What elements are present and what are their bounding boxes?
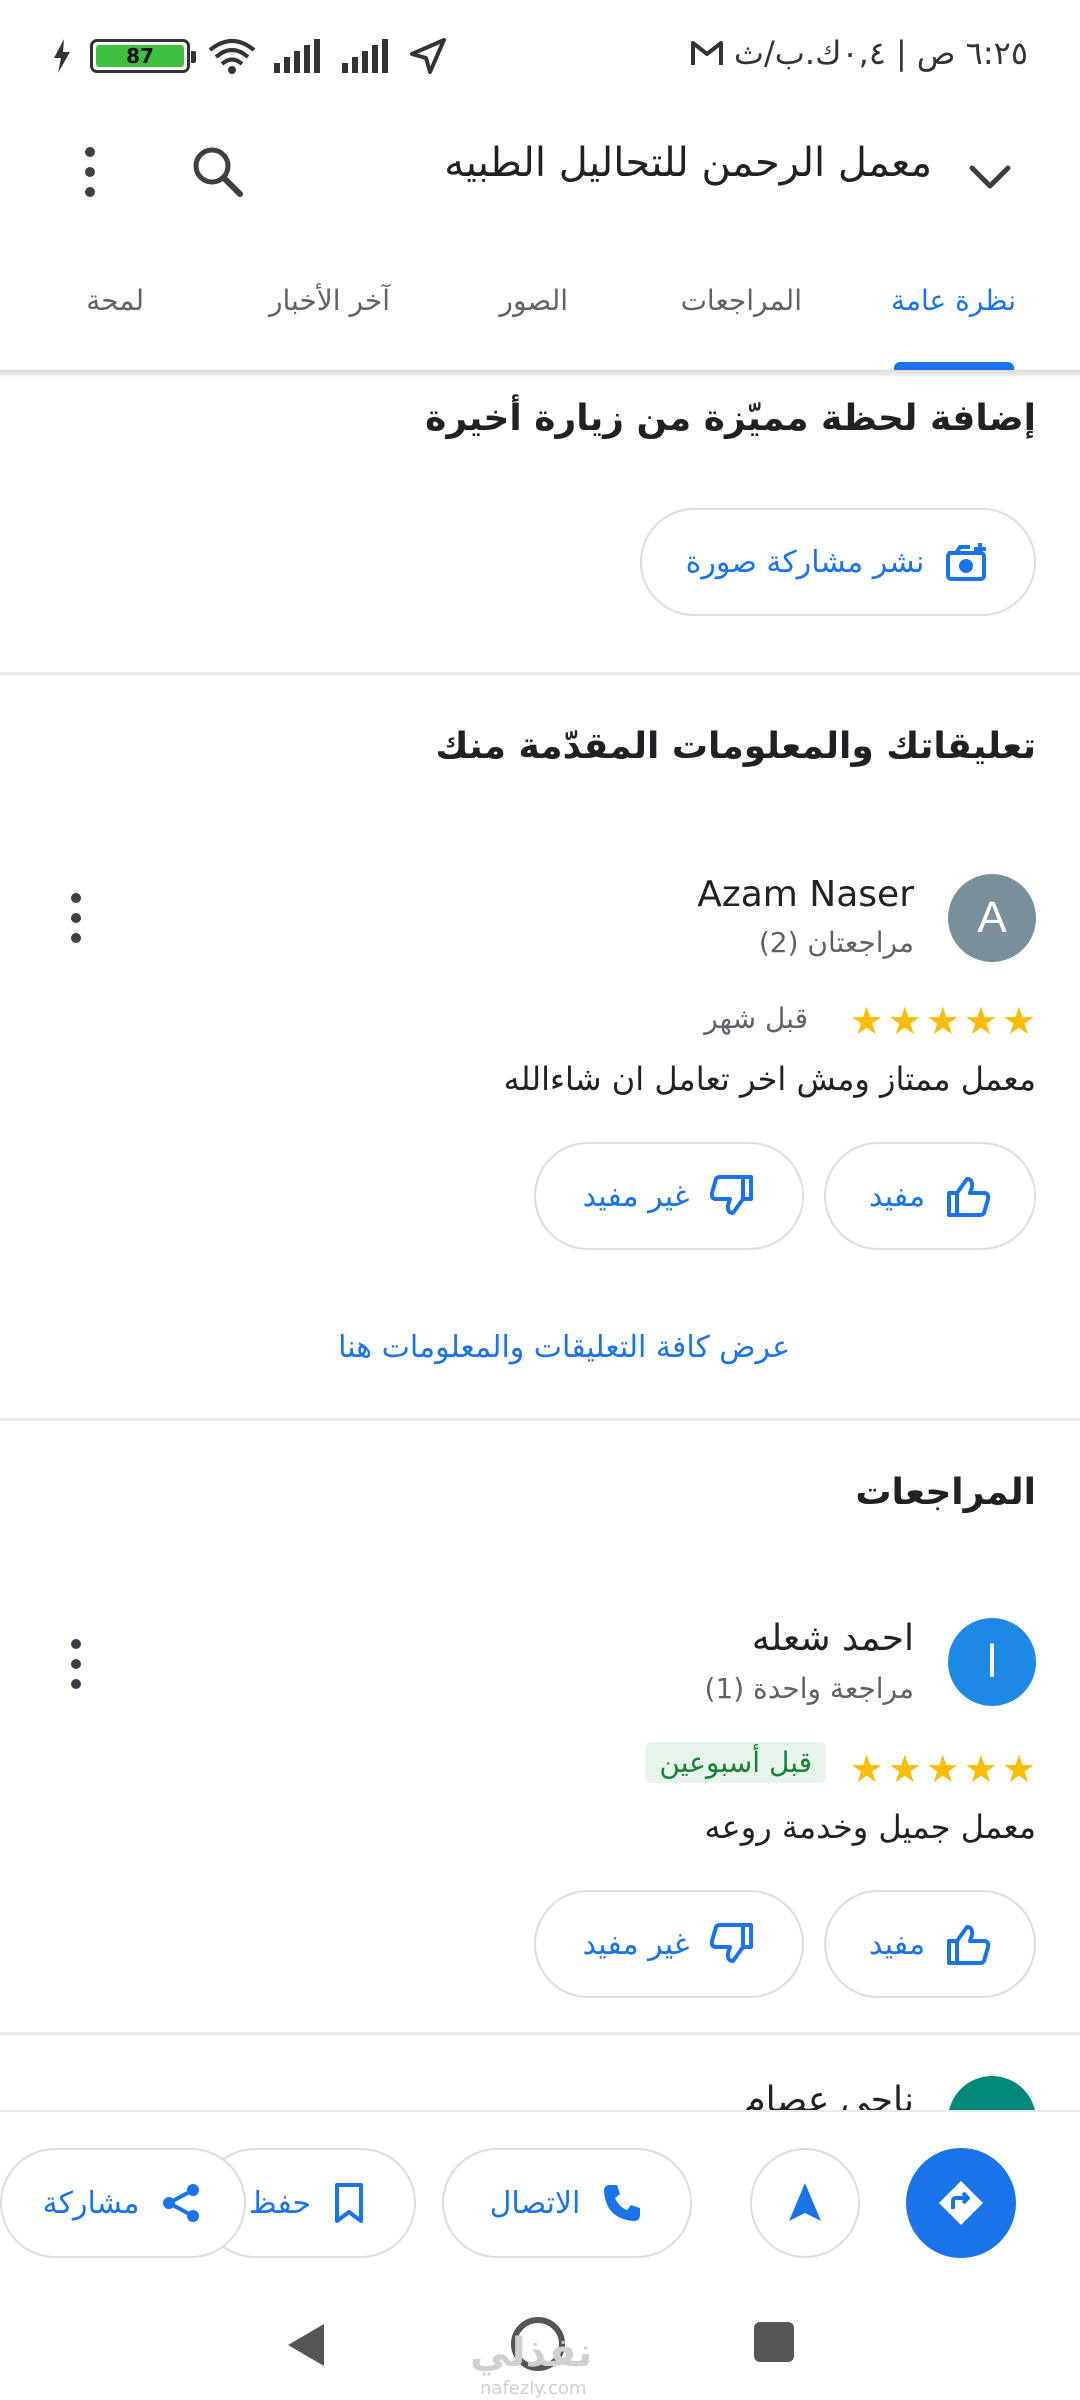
avatar[interactable]: A	[948, 874, 1036, 962]
start-navigation-button[interactable]	[750, 2148, 860, 2258]
review-text: معمل ممتاز ومش اخر تعامل ان شاءالله	[503, 1060, 1036, 1098]
view-all-contributions-link[interactable]: عرض كافة التعليقات والمعلومات هنا	[338, 1330, 790, 1365]
more-vert-icon[interactable]	[70, 142, 110, 202]
separator: |	[896, 34, 907, 72]
thumb-up-icon	[947, 1925, 991, 1965]
star-icon: ★	[849, 999, 884, 1043]
signal-icon-2	[342, 39, 388, 73]
section-divider	[0, 672, 1080, 675]
watermark: نفذلي	[470, 2330, 593, 2376]
star-icon: ★	[1001, 1747, 1036, 1791]
review-more-icon[interactable]	[56, 1634, 96, 1694]
not-helpful-button[interactable]: غير مفيد	[534, 1142, 804, 1250]
directions-icon	[939, 2181, 983, 2225]
battery-level: 87	[96, 44, 184, 68]
navigation-arrow-icon	[789, 2183, 821, 2221]
tab-updates[interactable]: آخر الأخبار	[269, 284, 390, 317]
review-time: قبل شهر	[704, 1002, 808, 1035]
action-bar: الاتصال حفظ مشاركة	[0, 2110, 1080, 2290]
place-header: معمل الرحمن للتحاليل الطبيه	[0, 112, 1080, 224]
tab-bar: نظرة عامة المراجعات الصور آخر الأخبار لم…	[0, 260, 1080, 372]
star-icon: ★	[963, 999, 998, 1043]
tab-about[interactable]: لمحة	[86, 284, 144, 317]
search-icon[interactable]	[186, 140, 250, 204]
reviewer-name[interactable]: احمد شعله	[752, 1618, 914, 1659]
star-icon: ★	[849, 1747, 884, 1791]
call-label: الاتصال	[489, 2185, 581, 2221]
star-rating: ★ ★ ★ ★ ★	[850, 1750, 1036, 1788]
location-arrow-icon	[410, 38, 446, 74]
not-helpful-label: غير مفيد	[582, 1926, 690, 1962]
charging-icon	[54, 39, 70, 73]
bookmark-icon	[335, 2183, 364, 2223]
add-photo-icon	[946, 543, 987, 581]
not-helpful-label: غير مفيد	[582, 1178, 690, 1214]
avatar[interactable]: ا	[948, 1618, 1036, 1706]
tab-overview[interactable]: نظرة عامة	[891, 284, 1016, 317]
post-photo-button[interactable]: نشر مشاركة صورة	[640, 508, 1036, 616]
reviewer-meta: مراجعتان (2)	[758, 926, 914, 959]
status-icons: 87	[52, 34, 446, 78]
star-rating: ★ ★ ★ ★ ★	[850, 1002, 1036, 1040]
directions-button[interactable]	[906, 2148, 1016, 2258]
save-label: حفظ	[248, 2185, 312, 2221]
tab-reviews[interactable]: المراجعات	[681, 284, 802, 317]
reviews-heading: المراجعات	[855, 1472, 1036, 1513]
not-helpful-button[interactable]: غير مفيد	[534, 1890, 804, 1998]
recents-nav-icon[interactable]	[752, 2320, 796, 2364]
share-icon	[163, 2184, 200, 2222]
phone-icon	[604, 2185, 641, 2221]
review-text: معمل جميل وخدمة روعه	[704, 1808, 1036, 1846]
signal-icon	[274, 39, 320, 73]
status-bar: 87 ٦:٢٥ ص | ٠,٤ك.ب/ث	[0, 0, 1080, 112]
network-speed: ٠,٤ك.ب/ث	[733, 34, 887, 72]
helpful-label: مفيد	[868, 1178, 926, 1214]
battery-icon: 87	[90, 39, 196, 73]
back-nav-icon[interactable]	[284, 2320, 328, 2370]
add-photo-heading: إضافة لحظة مميّزة من زيارة أخيرة	[425, 398, 1036, 439]
star-icon: ★	[925, 999, 960, 1043]
tabs-shadow	[0, 370, 1080, 378]
watermark-url: nafezly.com	[480, 2378, 587, 2399]
place-title: معمل الرحمن للتحاليل الطبيه	[444, 140, 932, 186]
post-photo-label: نشر مشاركة صورة	[685, 544, 925, 580]
reviewer-meta: مراجعة واحدة (1)	[704, 1672, 914, 1705]
star-icon: ★	[963, 1747, 998, 1791]
share-label: مشاركة	[42, 2185, 140, 2221]
thumb-up-icon	[947, 1177, 991, 1217]
wifi-icon	[208, 39, 256, 74]
star-icon: ★	[887, 999, 922, 1043]
my-contributions-heading: تعليقاتك والمعلومات المقدّمة منك	[435, 726, 1036, 767]
call-button[interactable]: الاتصال	[442, 2148, 692, 2258]
review-more-icon[interactable]	[56, 888, 96, 948]
clock: ٦:٢٥ ص	[916, 34, 1028, 72]
thumb-down-icon	[710, 1923, 754, 1963]
review-divider	[0, 2032, 1080, 2035]
helpful-label: مفيد	[868, 1926, 926, 1962]
thumb-down-icon	[710, 1175, 754, 1215]
star-icon: ★	[887, 1747, 922, 1791]
status-right: ٦:٢٥ ص | ٠,٤ك.ب/ث	[690, 34, 1028, 72]
helpful-button[interactable]: مفيد	[824, 1890, 1036, 1998]
tab-photos[interactable]: الصور	[499, 284, 568, 317]
star-icon: ★	[925, 1747, 960, 1791]
helpful-button[interactable]: مفيد	[824, 1142, 1036, 1250]
section-divider	[0, 1418, 1080, 1421]
star-icon: ★	[1001, 999, 1036, 1043]
share-button[interactable]: مشاركة	[0, 2148, 246, 2258]
system-nav-bar: نفذلي nafezly.com	[0, 2290, 1080, 2400]
reviewer-name[interactable]: Azam Naser	[697, 874, 914, 915]
review-time-badge: قبل أسبوعين	[645, 1742, 826, 1783]
chevron-down-icon[interactable]	[960, 146, 1020, 206]
gmail-icon	[690, 41, 723, 65]
